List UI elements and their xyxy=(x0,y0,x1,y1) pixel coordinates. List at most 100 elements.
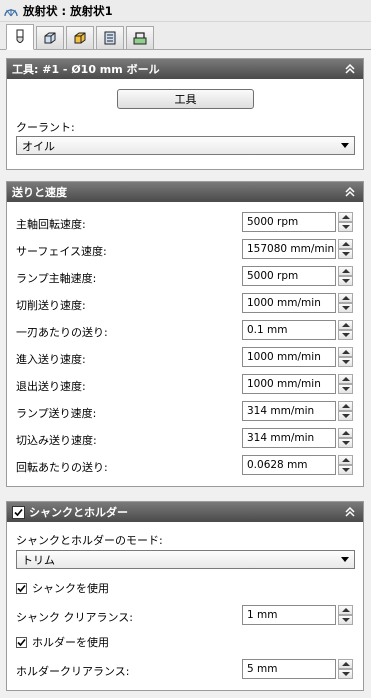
collapse-icon[interactable] xyxy=(343,505,357,519)
ramp-spindle-speed-field[interactable]: 5000 rpm xyxy=(242,266,336,286)
tab-tool[interactable] xyxy=(6,24,34,50)
ramp-spindle-speed-label: ランプ主軸速度: xyxy=(16,272,97,285)
shank-clearance-stepper[interactable]: 1 mm xyxy=(242,605,354,625)
decrement-button[interactable] xyxy=(338,303,353,313)
checkmark-icon xyxy=(17,584,26,592)
heights-icon xyxy=(74,32,86,44)
feed-per-tooth-field[interactable]: 0.1 mm xyxy=(242,320,336,340)
decrement-button[interactable] xyxy=(338,357,353,367)
ramp-spindle-speed-stepper[interactable]: 5000 rpm xyxy=(242,266,354,286)
feed-speed-panel-title: 送りと速度 xyxy=(12,186,67,199)
ramp-feedrate-stepper[interactable]: 314 mm/min xyxy=(242,401,354,421)
feed-speed-panel-header[interactable]: 送りと速度 xyxy=(7,182,363,202)
holder-clearance-field[interactable]: 5 mm xyxy=(242,659,336,679)
shank-holder-mode-value: トリム xyxy=(22,553,55,567)
collapse-icon[interactable] xyxy=(343,62,357,76)
lead-out-feedrate-stepper[interactable]: 1000 mm/min xyxy=(242,374,354,394)
lead-in-feedrate-stepper[interactable]: 1000 mm/min xyxy=(242,347,354,367)
decrement-button[interactable] xyxy=(338,411,353,421)
shank-holder-panel-header[interactable]: シャンクとホルダー xyxy=(7,502,363,522)
use-shank-checkbox[interactable]: シャンクを使用 xyxy=(16,580,109,596)
surface-speed-field[interactable]: 157080 mm/min xyxy=(242,239,336,259)
decrement-button[interactable] xyxy=(338,276,353,286)
tool-panel-header[interactable]: 工具: #1 - Ø10 mm ボール xyxy=(7,59,363,79)
surface-speed-stepper[interactable]: 157080 mm/min xyxy=(242,239,354,259)
checkbox-box[interactable] xyxy=(16,582,27,594)
shank-holder-checkbox[interactable] xyxy=(12,505,25,519)
decrement-button[interactable] xyxy=(338,615,353,625)
tab-heights[interactable] xyxy=(66,26,94,49)
use-shank-label: シャンクを使用 xyxy=(32,582,109,595)
increment-button[interactable] xyxy=(338,374,353,384)
use-holder-checkbox[interactable]: ホルダーを使用 xyxy=(16,634,109,650)
checkmark-icon xyxy=(14,508,23,516)
lead-out-feedrate-field[interactable]: 1000 mm/min xyxy=(242,374,336,394)
increment-button[interactable] xyxy=(338,659,353,669)
feed-per-revolution-field[interactable]: 0.0628 mm xyxy=(242,455,336,475)
coolant-select[interactable]: オイル xyxy=(16,136,355,155)
chevron-down-icon xyxy=(341,557,349,562)
decrement-button[interactable] xyxy=(338,384,353,394)
ramp-feedrate-field[interactable]: 314 mm/min xyxy=(242,401,336,421)
use-holder-label: ホルダーを使用 xyxy=(32,636,109,649)
decrement-button[interactable] xyxy=(338,669,353,679)
increment-button[interactable] xyxy=(338,239,353,249)
shank-holder-panel-title: シャンクとホルダー xyxy=(29,506,128,519)
increment-button[interactable] xyxy=(338,455,353,465)
increment-button[interactable] xyxy=(338,212,353,222)
radial-icon xyxy=(4,8,18,16)
cutting-feedrate-label: 切削送り速度: xyxy=(16,299,86,312)
shank-holder-mode-label: シャンクとホルダーのモード: xyxy=(16,534,163,547)
tab-linking[interactable] xyxy=(126,26,154,49)
tab-bar xyxy=(0,22,371,50)
spindle-speed-stepper[interactable]: 5000 rpm xyxy=(242,212,354,232)
increment-button[interactable] xyxy=(338,320,353,330)
spindle-speed-field[interactable]: 5000 rpm xyxy=(242,212,336,232)
decrement-button[interactable] xyxy=(338,222,353,232)
plunge-feedrate-field[interactable]: 314 mm/min xyxy=(242,428,336,448)
lead-in-feedrate-field[interactable]: 1000 mm/min xyxy=(242,347,336,367)
shank-holder-panel: シャンクとホルダー シャンクとホルダーのモード: トリム シャンクを使用 シャン… xyxy=(6,501,364,691)
linking-icon xyxy=(133,32,147,45)
tool-icon xyxy=(16,29,24,43)
shank-clearance-field[interactable]: 1 mm xyxy=(242,605,336,625)
tab-passes[interactable] xyxy=(96,26,124,49)
feed-per-tooth-label: 一刃あたりの送り: xyxy=(16,326,108,339)
feed-per-revolution-stepper[interactable]: 0.0628 mm xyxy=(242,455,354,475)
plunge-feedrate-stepper[interactable]: 314 mm/min xyxy=(242,428,354,448)
window-title-bar: 放射状 : 放射状1 xyxy=(0,0,371,22)
lead-in-feedrate-label: 進入送り速度: xyxy=(16,353,86,366)
coolant-label: クーラント: xyxy=(16,121,75,134)
tool-button[interactable]: 工具 xyxy=(117,89,254,109)
spindle-speed-label: 主軸回転速度: xyxy=(16,218,86,231)
feed-per-tooth-stepper[interactable]: 0.1 mm xyxy=(242,320,354,340)
cutting-feedrate-stepper[interactable]: 1000 mm/min xyxy=(242,293,354,313)
tool-panel: 工具: #1 - Ø10 mm ボール 工具 クーラント: オイル xyxy=(6,58,364,170)
increment-button[interactable] xyxy=(338,266,353,276)
decrement-button[interactable] xyxy=(338,465,353,475)
increment-button[interactable] xyxy=(338,605,353,615)
decrement-button[interactable] xyxy=(338,438,353,448)
shank-holder-mode-select[interactable]: トリム xyxy=(16,550,355,569)
increment-button[interactable] xyxy=(338,428,353,438)
holder-clearance-label: ホルダークリアランス: xyxy=(16,665,130,678)
increment-button[interactable] xyxy=(338,347,353,357)
checkmark-icon xyxy=(17,638,26,646)
ramp-feedrate-label: ランプ送り速度: xyxy=(16,407,97,420)
checkbox-box[interactable] xyxy=(16,636,27,648)
decrement-button[interactable] xyxy=(338,330,353,340)
holder-clearance-stepper[interactable]: 5 mm xyxy=(242,659,354,679)
increment-button[interactable] xyxy=(338,293,353,303)
increment-button[interactable] xyxy=(338,401,353,411)
cutting-feedrate-field[interactable]: 1000 mm/min xyxy=(242,293,336,313)
collapse-icon[interactable] xyxy=(343,185,357,199)
passes-icon xyxy=(104,31,116,45)
tool-panel-title: 工具: #1 - Ø10 mm ボール xyxy=(12,63,160,76)
decrement-button[interactable] xyxy=(338,249,353,259)
geometry-icon xyxy=(44,32,56,44)
coolant-value: オイル xyxy=(22,139,55,153)
plunge-feedrate-label: 切込み送り速度: xyxy=(16,434,97,447)
lead-out-feedrate-label: 退出送り速度: xyxy=(16,380,86,393)
tab-geometry[interactable] xyxy=(36,26,64,49)
chevron-down-icon xyxy=(341,143,349,148)
